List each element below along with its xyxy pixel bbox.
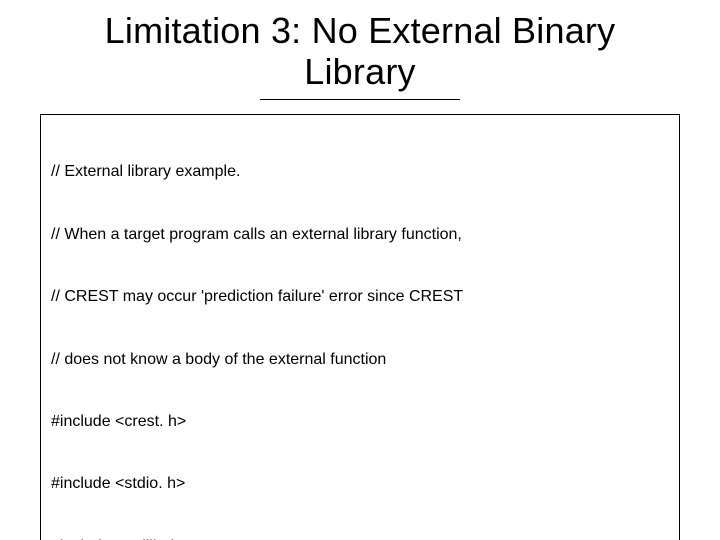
code-line-include: #include <stdio. h> bbox=[51, 474, 669, 495]
title-underline bbox=[260, 99, 460, 100]
title-line-1: Limitation 3: No External Binary bbox=[105, 10, 616, 51]
code-line-comment: // CREST may occur 'prediction failure' … bbox=[51, 287, 669, 308]
code-line-include: #include <crest. h> bbox=[51, 412, 669, 433]
title-line-2: Library bbox=[304, 51, 415, 92]
code-line-comment: // External library example. bbox=[51, 162, 669, 183]
slide: Limitation 3: No External Binary Library… bbox=[0, 0, 720, 540]
code-box: // External library example. // When a t… bbox=[40, 114, 680, 540]
code-line-comment: // When a target program calls an extern… bbox=[51, 225, 669, 246]
slide-title: Limitation 3: No External Binary Library bbox=[40, 10, 680, 93]
code-line-comment: // does not know a body of the external … bbox=[51, 350, 669, 371]
